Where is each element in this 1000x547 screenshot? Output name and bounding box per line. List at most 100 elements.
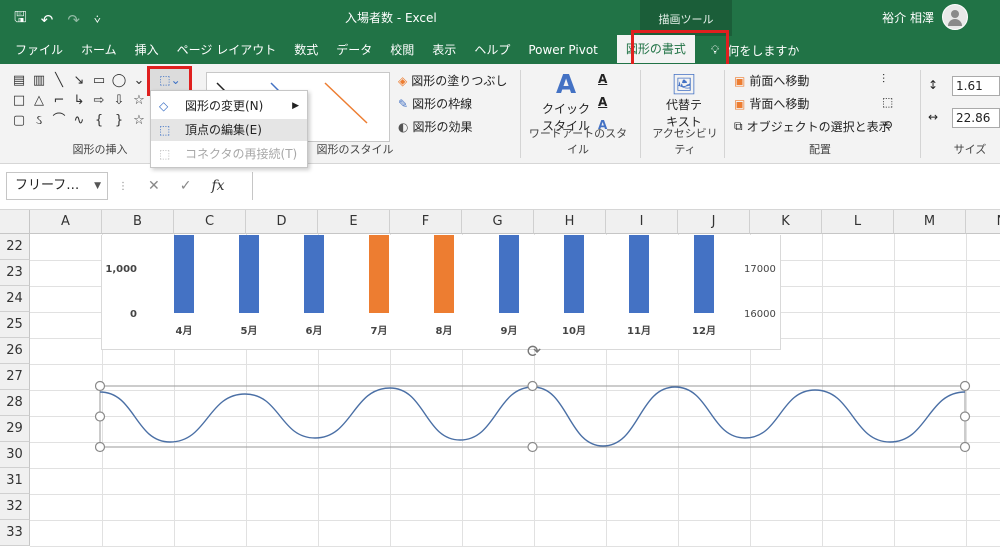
tab-help[interactable]: ヘルプ [465, 36, 519, 64]
column-header[interactable]: L [822, 210, 894, 234]
row-header[interactable]: 32 [0, 494, 30, 520]
column-header[interactable]: E [318, 210, 390, 234]
select-all-corner[interactable] [0, 210, 30, 234]
chart-bar[interactable] [629, 235, 649, 313]
resize-handle[interactable] [527, 380, 538, 392]
arrow-line-icon[interactable]: ↘ [70, 72, 88, 90]
tab-review[interactable]: 校閲 [381, 36, 423, 64]
tab-formulas[interactable]: 数式 [285, 36, 327, 64]
chart-bar[interactable] [434, 235, 454, 313]
rotation-handle-icon[interactable]: ⟳ [524, 342, 544, 362]
row-header[interactable]: 31 [0, 468, 30, 494]
shape-height-input[interactable]: 1.61 cm [952, 76, 1000, 96]
shape-fill-button[interactable]: ◈ 図形の塗りつぶし [398, 72, 507, 89]
column-header[interactable]: N [966, 210, 1000, 234]
tab-insert[interactable]: 挿入 [126, 36, 168, 64]
chart-bar[interactable] [369, 235, 389, 313]
row-header[interactable]: 27 [0, 364, 30, 390]
column-header[interactable]: B [102, 210, 174, 234]
textbox-icon[interactable]: ▤ [10, 72, 28, 90]
column-header[interactable]: D [246, 210, 318, 234]
bring-forward-button[interactable]: ▣ 前面へ移動 [734, 72, 809, 89]
row-header[interactable]: 22 [0, 234, 30, 260]
resize-handle[interactable] [95, 411, 106, 422]
row-header[interactable]: 23 [0, 260, 30, 286]
star-small-icon[interactable]: ☆ [130, 112, 148, 130]
chart-bar[interactable] [239, 235, 259, 313]
more-shapes-icon[interactable]: ⌄ [130, 72, 148, 90]
tab-view[interactable]: 表示 [423, 36, 465, 64]
alt-text-button[interactable]: 🖼︎ 代替テ キスト [656, 72, 712, 130]
down-arrow-icon[interactable]: ⇩ [110, 92, 128, 110]
rotate-button[interactable]: ⟲ [882, 118, 892, 132]
elbow-connector-icon[interactable]: ⌐ [50, 92, 68, 110]
arc-icon[interactable]: ⌒ [50, 112, 68, 130]
oval-icon[interactable]: ◯ [110, 72, 128, 90]
resize-handle[interactable] [95, 380, 106, 392]
shape-effects-button[interactable]: ◐ 図形の効果 [398, 118, 473, 135]
row-header[interactable]: 30 [0, 442, 30, 468]
right-arrow-icon[interactable]: ⇨ [90, 92, 108, 110]
row-header[interactable]: 25 [0, 312, 30, 338]
shape-outline-button[interactable]: ✎ 図形の枠線 [398, 95, 472, 112]
user-name[interactable]: 裕介 相澤 [882, 9, 934, 26]
send-backward-button[interactable]: ▣ 背面へ移動 [734, 95, 809, 112]
brace-right-icon[interactable]: } [110, 112, 128, 130]
formula-input[interactable] [252, 172, 1000, 200]
edit-points-menu-item[interactable]: ⬚ 頂点の編集(E) [151, 119, 307, 141]
avatar[interactable] [942, 4, 968, 30]
line-icon[interactable]: ╲ [50, 72, 68, 90]
chevron-down-icon[interactable]: ▼ [94, 173, 101, 199]
resize-handle[interactable] [527, 441, 538, 453]
brace-left-icon[interactable]: { [90, 112, 108, 130]
column-header[interactable]: G [462, 210, 534, 234]
vertical-textbox-icon[interactable]: ▥ [30, 72, 48, 90]
chart[interactable]: 4月 5月 6月 7月 8月 9月 10月 11月 12月 1,000 0 17000 16000 [101, 235, 781, 350]
align-button[interactable]: ⫶ [882, 72, 885, 87]
row-header[interactable]: 28 [0, 390, 30, 416]
insert-function-icon[interactable]: fx [211, 178, 224, 194]
tab-power-pivot[interactable]: Power Pivot [519, 36, 607, 64]
rectangle-icon[interactable]: ▭ [90, 72, 108, 90]
chart-bar[interactable] [174, 235, 194, 313]
name-box[interactable]: フリーフ… ▼ [6, 172, 108, 200]
save-icon[interactable]: 🖫 [14, 7, 27, 32]
enter-icon[interactable]: ✓ [180, 178, 192, 194]
chart-bar[interactable] [564, 235, 584, 313]
column-header[interactable]: K [750, 210, 822, 234]
change-shape-menu-item[interactable]: ◇ 図形の変更(N) ▶ [151, 95, 307, 117]
reroute-connectors-menu-item[interactable]: ⬚ コネクタの再接続(T) [151, 143, 307, 165]
star-icon[interactable]: ☆ [130, 92, 148, 110]
shape-width-input[interactable]: 22.86 cm [952, 108, 1000, 128]
tab-home[interactable]: ホーム [72, 36, 126, 64]
row-header[interactable]: 26 [0, 338, 30, 364]
group-button[interactable]: ⬚ [882, 95, 893, 109]
column-header[interactable]: J [678, 210, 750, 234]
chart-bar[interactable] [694, 235, 714, 313]
curve-icon[interactable]: ∿ [70, 112, 88, 130]
shape-gallery[interactable]: ▤ ▥ ╲ ↘ ▭ ◯ ⌄ □ △ ⌐ ↳ ⇨ ⇩ ☆ ▢ ઽ ⌒ ∿ { } … [10, 72, 145, 132]
chart-bar[interactable] [499, 235, 519, 313]
redo-icon[interactable]: ↷ [67, 11, 80, 29]
rect-icon[interactable]: □ [10, 92, 28, 110]
resize-handle[interactable] [959, 380, 971, 392]
freeform-icon[interactable]: ઽ [30, 112, 48, 130]
rounded-rect-icon[interactable]: ▢ [10, 112, 28, 130]
column-header[interactable]: F [390, 210, 462, 234]
text-fill-button[interactable]: A [598, 72, 607, 86]
tab-page-layout[interactable]: ページ レイアウト [168, 36, 286, 64]
wave-curve[interactable] [99, 386, 966, 447]
triangle-icon[interactable]: △ [30, 92, 48, 110]
resize-handle[interactable] [959, 411, 971, 422]
tab-data[interactable]: データ [327, 36, 381, 64]
resize-handle[interactable] [95, 441, 106, 453]
text-outline-button[interactable]: A [598, 95, 607, 109]
row-header[interactable]: 24 [0, 286, 30, 312]
column-header[interactable]: H [534, 210, 606, 234]
resize-handle[interactable] [959, 441, 971, 453]
column-header[interactable]: I [606, 210, 678, 234]
selection-pane-button[interactable]: ⧉ オブジェクトの選択と表示 [734, 118, 891, 135]
elbow-arrow-icon[interactable]: ↳ [70, 92, 88, 110]
row-header[interactable]: 33 [0, 520, 30, 546]
column-header[interactable]: M [894, 210, 966, 234]
